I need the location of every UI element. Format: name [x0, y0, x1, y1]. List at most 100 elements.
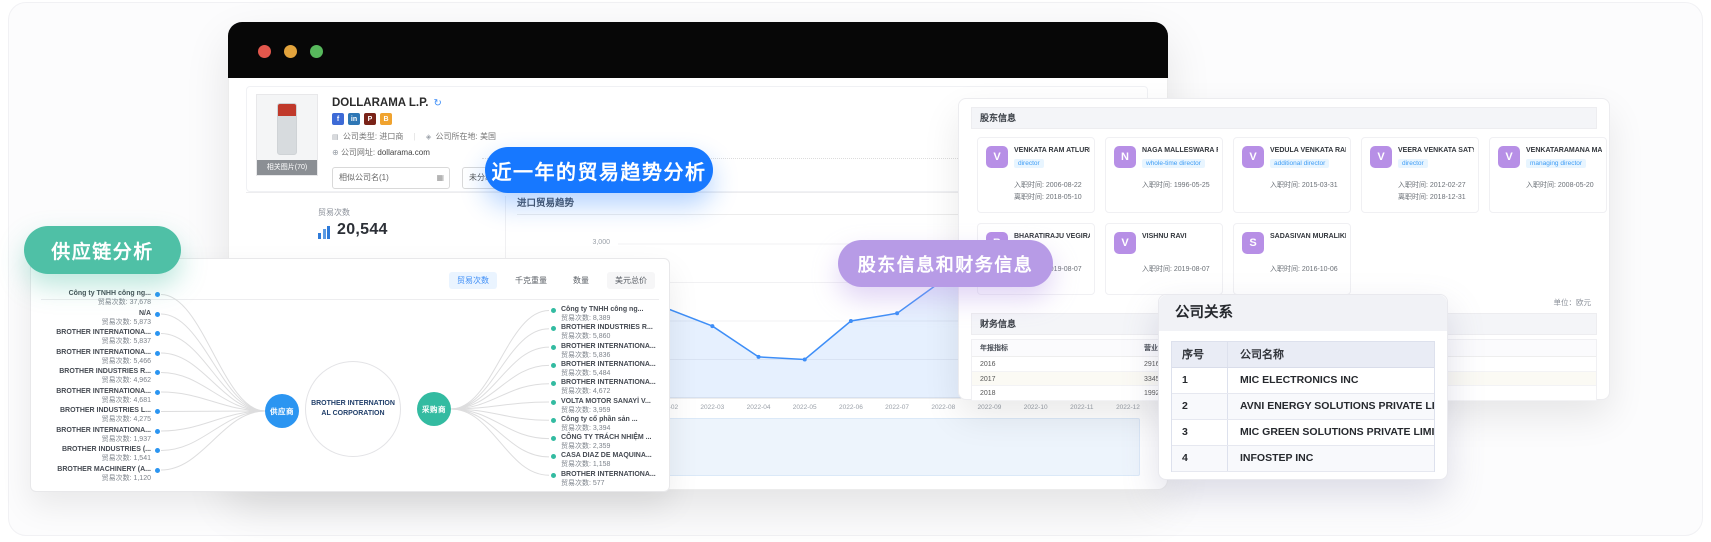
- join-date: 入职时间: 2019-08-07: [1142, 264, 1210, 274]
- marketing-composite: 相关图片(70) DOLLARAMA L.P. ↻ fin PB ▤ 公司类型: 进…: [0, 0, 1711, 542]
- purchaser-entry[interactable]: BROTHER INTERNATIONA...贸易次数: 5,836: [561, 342, 669, 360]
- supplier-entry[interactable]: N/A贸易次数: 5,873: [31, 309, 151, 327]
- purchaser-name: BROTHER INTERNATIONA...: [561, 360, 669, 369]
- leave-date: 离职时间: 2018-05-10: [1014, 192, 1082, 202]
- purchaser-entry[interactable]: BROTHER INTERNATIONA...贸易次数: 577: [561, 470, 669, 488]
- supplier-entry[interactable]: BROTHER INTERNATIONA...贸易次数: 4,681: [31, 387, 151, 405]
- supplier-entry[interactable]: BROTHER INDUSTRIES R...贸易次数: 4,962: [31, 367, 151, 385]
- refresh-icon[interactable]: ↻: [433, 98, 441, 109]
- x-axis-tick-label: 2022-04: [747, 404, 771, 411]
- purchaser-name: CASA DIAZ DE MAQUINA...: [561, 451, 669, 460]
- shareholder-card[interactable]: VVEERA VENKATA SATYA...director入职时间: 201…: [1361, 137, 1479, 213]
- financial-year: 2016: [972, 357, 1144, 371]
- purchaser-entry[interactable]: BROTHER INTERNATIONA...贸易次数: 5,484: [561, 360, 669, 378]
- location-icon: ◈: [426, 134, 431, 141]
- product-image[interactable]: 相关图片(70): [256, 94, 318, 176]
- supplier-entry[interactable]: BROTHER INTERNATIONA...贸易次数: 1,937: [31, 426, 151, 444]
- x-axis-tick-label: 2022-10: [1024, 404, 1048, 411]
- relation-row[interactable]: 1MIC ELECTRONICS INC: [1172, 368, 1434, 394]
- purchaser-entry[interactable]: VOLTA MOTOR SANAYİ V...贸易次数: 3,959: [561, 397, 669, 415]
- center-company-node[interactable]: BROTHER INTERNATION AL CORPORATION: [305, 361, 401, 457]
- shareholder-name: VEDULA VENKATA RAM...: [1270, 147, 1346, 154]
- avatar: V: [1114, 232, 1136, 254]
- company-name-text: DOLLARAMA L.P.: [332, 97, 428, 109]
- shareholder-card[interactable]: SSADASIVAN MURALIKR...入职时间: 2016-10-06: [1233, 223, 1351, 295]
- shareholder-name: VISHNU RAVI: [1142, 233, 1218, 240]
- supplier-dot: [155, 351, 160, 356]
- shareholder-card[interactable]: VVENKATARAMANA MAG...managing director入职…: [1489, 137, 1607, 213]
- supply-chain-panel: 贸易次数千克重量数量美元总价 BROTHER INTERNATION AL CO…: [30, 258, 670, 492]
- purchaser-node[interactable]: 采购商: [417, 392, 451, 426]
- company-website-link[interactable]: dollarama.com: [377, 148, 429, 157]
- supplier-trade-count: 贸易次数: 1,120: [31, 474, 151, 483]
- purchaser-entry[interactable]: BROTHER INTERNATIONA...贸易次数: 4,672: [561, 378, 669, 396]
- social-icon-in[interactable]: in: [348, 113, 360, 125]
- trade-count-value: 20,544: [337, 221, 388, 239]
- social-icon-b[interactable]: B: [380, 113, 392, 125]
- supplier-entry[interactable]: BROTHER INDUSTRIES (...贸易次数: 1,541: [31, 445, 151, 463]
- relation-company-name[interactable]: MIC GREEN SOLUTIONS PRIVATE LIMITED: [1228, 420, 1434, 445]
- purchaser-dot: [551, 400, 556, 405]
- similar-company-input[interactable]: 相似公司名(1) ▦: [332, 167, 450, 189]
- minimize-window-icon[interactable]: [284, 45, 297, 58]
- purchaser-entry[interactable]: Công ty cổ phần sản ...贸易次数: 3,394: [561, 415, 669, 433]
- supplier-entry[interactable]: BROTHER INTERNATIONA...贸易次数: 5,466: [31, 348, 151, 366]
- purchaser-name: BROTHER INTERNATIONA...: [561, 378, 669, 387]
- supplier-entry[interactable]: Công ty TNHH công ng...贸易次数: 37,678: [31, 289, 151, 307]
- company-website-row: ⊕ 公司网址: dollarama.com: [332, 147, 430, 158]
- purchaser-dot: [551, 473, 556, 478]
- supplier-trade-count: 贸易次数: 4,962: [31, 376, 151, 385]
- supplier-trade-count: 贸易次数: 5,873: [31, 318, 151, 327]
- similar-company-input-value: 相似公司名(1): [339, 173, 389, 182]
- relation-company-name[interactable]: MIC ELECTRONICS INC: [1228, 368, 1434, 393]
- currency-unit-note: 单位：欧元: [1554, 297, 1592, 308]
- relation-row[interactable]: 3MIC GREEN SOLUTIONS PRIVATE LIMITED: [1172, 420, 1434, 446]
- social-icon-f[interactable]: f: [332, 113, 344, 125]
- join-date: 入职时间: 2006-08-22: [1014, 180, 1082, 190]
- related-images-badge[interactable]: 相关图片(70): [257, 160, 317, 175]
- social-icon-p[interactable]: P: [364, 113, 376, 125]
- shareholder-card[interactable]: V VISHNU RAVI 入职时间: 2019-08-07: [1105, 223, 1223, 295]
- shareholder-card[interactable]: VVEDULA VENKATA RAM...additional directo…: [1233, 137, 1351, 213]
- join-date: 入职时间: 1996-05-25: [1142, 180, 1210, 190]
- relation-no: 4: [1172, 446, 1228, 471]
- trade-count-stat: 20,544: [318, 221, 388, 239]
- product-photo-placeholder: [277, 103, 297, 155]
- supplier-node[interactable]: 供应商: [265, 394, 299, 428]
- chart-datazoom-slider[interactable]: [618, 418, 1140, 476]
- purchaser-name: BROTHER INDUSTRIES R...: [561, 323, 669, 332]
- relation-row[interactable]: 2AVNI ENERGY SOLUTIONS PRIVATE LIMITED: [1172, 394, 1434, 420]
- shareholder-name: BHARATIRAJU VEGIRAJU: [1014, 233, 1090, 240]
- supplier-entry[interactable]: BROTHER INDUSTRIES L...贸易次数: 4,275: [31, 406, 151, 424]
- avatar: V: [1498, 146, 1520, 168]
- supplier-dot: [155, 429, 160, 434]
- company-meta-row: ▤ 公司类型: 进口商 | ◈ 公司所在地: 美国: [332, 131, 496, 142]
- relations-col-no: 序号: [1172, 342, 1228, 367]
- shareholder-card[interactable]: VVENKATA RAM ATLURIdirector入职时间: 2006-08…: [977, 137, 1095, 213]
- leave-date: 离职时间: 2018-12-31: [1398, 192, 1466, 202]
- purchaser-entry[interactable]: CASA DIAZ DE MAQUINA...贸易次数: 1,158: [561, 451, 669, 469]
- supplier-trade-count: 贸易次数: 5,837: [31, 337, 151, 346]
- role-badge: whole-time director: [1142, 159, 1205, 168]
- shareholder-card[interactable]: NNAGA MALLESWARA R...whole-time director…: [1105, 137, 1223, 213]
- purchaser-trade-count: 贸易次数: 3,394: [561, 424, 669, 433]
- relation-row[interactable]: 4INFOSTEP INC: [1172, 446, 1434, 472]
- x-axis-tick-label: 2022-05: [793, 404, 817, 411]
- supplier-entry[interactable]: BROTHER MACHINERY (A...贸易次数: 1,120: [31, 465, 151, 483]
- purchaser-entry[interactable]: CÔNG TY TRÁCH NHIỆM ...贸易次数: 2,359: [561, 433, 669, 451]
- close-window-icon[interactable]: [258, 45, 271, 58]
- globe-icon: ⊕: [332, 148, 339, 157]
- supplier-entry[interactable]: BROTHER INTERNATIONA...贸易次数: 5,837: [31, 328, 151, 346]
- purchaser-entry[interactable]: BROTHER INDUSTRIES R...贸易次数: 5,860: [561, 323, 669, 341]
- calendar-icon[interactable]: ▦: [436, 168, 444, 188]
- join-date: 入职时间: 2012-02-27: [1398, 180, 1466, 190]
- supplier-dot: [155, 312, 160, 317]
- purchaser-dot: [551, 308, 556, 313]
- maximize-window-icon[interactable]: [310, 45, 323, 58]
- purchaser-entry[interactable]: Công ty TNHH công ng...贸易次数: 8,389: [561, 305, 669, 323]
- relation-company-name[interactable]: INFOSTEP INC: [1228, 446, 1434, 471]
- company-name: DOLLARAMA L.P. ↻: [332, 97, 442, 109]
- x-axis-tick-label: 2022-06: [839, 404, 863, 411]
- relation-company-name[interactable]: AVNI ENERGY SOLUTIONS PRIVATE LIMITED: [1228, 394, 1434, 419]
- supply-chain-diagram: BROTHER INTERNATION AL CORPORATION 供应商 采…: [31, 259, 669, 491]
